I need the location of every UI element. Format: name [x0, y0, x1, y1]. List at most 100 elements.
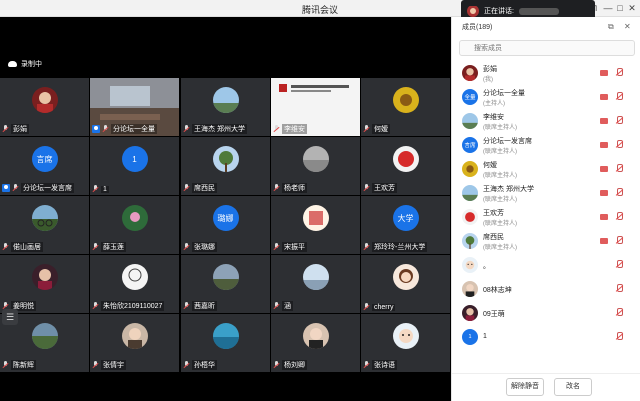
video-tile[interactable]: 姜明悦: [0, 255, 89, 313]
video-tile[interactable]: cherry: [361, 255, 450, 313]
video-tile[interactable]: 孙梧华: [181, 314, 270, 372]
participant-name: cherry: [372, 303, 396, 311]
participant-avatar: 1: [121, 146, 148, 172]
video-tile[interactable]: 璐娜 张璐娜: [181, 196, 270, 254]
participant-name: 张璐娜: [192, 242, 217, 252]
member-avatar: 全量: [462, 89, 478, 105]
video-tile[interactable]: 宋振平: [271, 196, 360, 254]
video-tile[interactable]: 薛玉莲: [90, 196, 179, 254]
mic-muted-icon: [273, 243, 280, 251]
video-tile[interactable]: 杨刘卿: [271, 314, 360, 372]
participant-avatar: [31, 87, 58, 113]
member-row[interactable]: 李维安 (联席主持人): [452, 109, 640, 133]
mic-muted-icon: [183, 184, 190, 192]
mic-muted-icon: [363, 303, 370, 311]
mic-muted-icon: [273, 125, 280, 133]
member-role: (联席主持人): [483, 221, 517, 227]
mic-muted-icon: [363, 361, 370, 369]
mic-muted-icon[interactable]: [615, 212, 623, 221]
camera-off-icon[interactable]: [600, 190, 608, 196]
minimize-icon[interactable]: —: [602, 2, 614, 14]
member-row[interactable]: 全量 分论坛一全量 (主持人): [452, 85, 640, 109]
panel-close-icon[interactable]: ✕: [624, 22, 631, 31]
mic-muted-icon: [273, 361, 280, 369]
video-tile[interactable]: 言席 分论坛一发言席: [0, 137, 89, 195]
video-tile[interactable]: 大学 郑玲玲-兰州大学: [361, 196, 450, 254]
video-tile[interactable]: 李维安: [271, 78, 360, 136]
member-row[interactable]: 09王萌: [452, 301, 640, 325]
camera-off-icon[interactable]: [600, 142, 608, 148]
member-role: (我): [483, 77, 493, 83]
mic-muted-icon[interactable]: [615, 260, 623, 269]
member-row[interactable]: 何嫒 (联席主持人): [452, 157, 640, 181]
meeting-window: 腾讯会议 ⊓ — □ ✕ 录制中 彭娟分论坛一全量王海杰 郑州大学李维安何嫒言席…: [0, 0, 640, 401]
participant-name: 陈新辉: [11, 360, 36, 370]
close-icon[interactable]: ✕: [626, 2, 638, 14]
camera-off-icon[interactable]: [600, 70, 608, 76]
maximize-icon[interactable]: □: [614, 2, 626, 14]
mic-muted-icon[interactable]: [615, 92, 623, 101]
member-row[interactable]: 王欢芳 (联席主持人): [452, 205, 640, 229]
video-tile[interactable]: 席西民: [181, 137, 270, 195]
mic-muted-icon[interactable]: [615, 164, 623, 173]
mic-muted-icon[interactable]: [615, 68, 623, 77]
participant-avatar: [31, 323, 58, 349]
speaking-label: 正在讲话:: [484, 7, 514, 15]
video-tile[interactable]: 11: [90, 137, 179, 195]
camera-off-icon[interactable]: [600, 94, 608, 100]
participant-name: 郑玲玲-兰州大学: [372, 242, 428, 252]
members-panel: 成员(189) ⧉ ✕ 彭娟 (我) 全量分论坛一全量 (主持人) 李维安 (联席主持人)…: [451, 17, 640, 401]
mic-muted-icon[interactable]: [615, 140, 623, 149]
camera-off-icon[interactable]: [600, 238, 608, 244]
mic-muted-icon[interactable]: [615, 188, 623, 197]
grid-menu-icon[interactable]: ☰: [2, 309, 18, 325]
tile-label: 郑玲玲-兰州大学: [363, 242, 428, 252]
mic-muted-icon: [363, 125, 370, 133]
camera-off-icon[interactable]: [600, 118, 608, 124]
camera-off-icon[interactable]: [600, 214, 608, 220]
participant-name: 王欢芳: [372, 183, 397, 193]
video-tile[interactable]: 张倩宇: [90, 314, 179, 372]
video-tile[interactable]: 何嫒: [361, 78, 450, 136]
member-row[interactable]: 08林志坤: [452, 277, 640, 301]
video-tile[interactable]: 杨老师: [271, 137, 360, 195]
participant-avatar: [302, 146, 329, 172]
video-tile[interactable]: 朱怡欣2109110027: [90, 255, 179, 313]
member-name: 何嫒: [483, 162, 497, 169]
video-tile[interactable]: 张诗语: [361, 314, 450, 372]
member-row[interactable]: 11: [452, 325, 640, 349]
mic-muted-icon[interactable]: [615, 236, 623, 245]
tile-label: 茜嘉昕: [183, 301, 217, 311]
mic-muted-icon: [12, 184, 19, 192]
mic-muted-icon[interactable]: [615, 116, 623, 125]
member-row[interactable]: 言席 分论坛一发言席 (联席主持人): [452, 133, 640, 157]
video-tile[interactable]: 彭娟: [0, 78, 89, 136]
member-list: 彭娟 (我) 全量 分论坛一全量 (主持人) 李维安 (联席主持人) 言席 分论坛一发言席 (联席…: [452, 61, 640, 349]
participant-name: 杨老师: [282, 183, 307, 193]
video-tile[interactable]: 偌山画居: [0, 196, 89, 254]
external-window-icon[interactable]: ⧉: [608, 22, 614, 32]
mic-muted-icon: [2, 125, 9, 133]
member-row[interactable]: 王海杰 郑州大学 (联席主持人): [452, 181, 640, 205]
video-tile[interactable]: 分论坛一全量: [90, 78, 179, 136]
member-row[interactable]: 席西民 (联席主持人): [452, 229, 640, 253]
unmute-all-button[interactable]: 解除静音: [506, 378, 544, 396]
participant-avatar: [121, 323, 148, 349]
member-search-input[interactable]: [459, 40, 635, 56]
member-row[interactable]: 彭娟 (我): [452, 61, 640, 85]
mic-muted-icon[interactable]: [615, 308, 623, 317]
video-tile[interactable]: 王欢芳: [361, 137, 450, 195]
video-tile[interactable]: 茜嘉昕: [181, 255, 270, 313]
participant-avatar: 言席: [31, 146, 58, 172]
mic-muted-icon: [183, 125, 190, 133]
participant-avatar: [31, 205, 58, 231]
video-tile[interactable]: 王海杰 郑州大学: [181, 78, 270, 136]
participant-name: 薛玉莲: [101, 242, 126, 252]
mic-muted-icon[interactable]: [615, 284, 623, 293]
rename-button[interactable]: 改名: [554, 378, 592, 396]
camera-off-icon[interactable]: [600, 166, 608, 172]
mic-muted-icon[interactable]: [615, 332, 623, 341]
mic-muted-icon: [183, 361, 190, 369]
member-row[interactable]: 。: [452, 253, 640, 277]
video-tile[interactable]: 涵: [271, 255, 360, 313]
